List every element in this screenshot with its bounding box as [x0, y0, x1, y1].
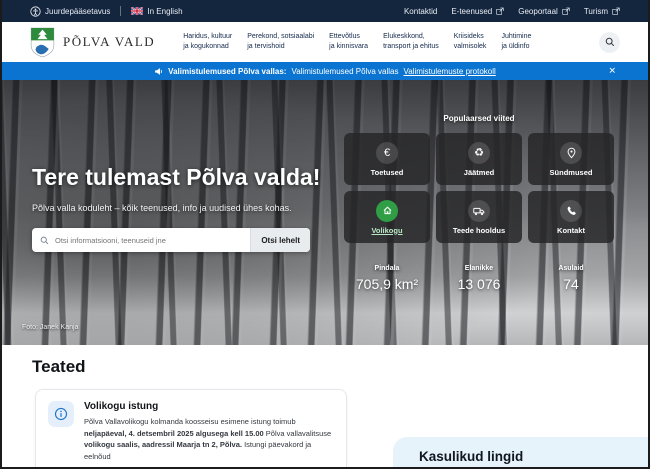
language-link[interactable]: In English — [131, 7, 182, 16]
external-link-icon — [562, 7, 570, 15]
external-link-icon — [612, 7, 620, 15]
nav-haridus[interactable]: Haridus, kultuurja kogukonnad — [183, 32, 232, 53]
hero-subtitle: Põlva valla koduleht – kõik teenused, in… — [32, 203, 292, 213]
phone-icon — [560, 200, 582, 222]
truck-icon — [468, 200, 490, 222]
hero-search-bar: Otsi lehelt — [32, 228, 310, 252]
logo-text: PÕLVA VALD — [63, 34, 155, 50]
announcement-bar: Valimistulemused Põlva vallas: Valimistu… — [2, 62, 648, 80]
news-card[interactable]: Volikogu istung Põlva Vallavolikogu kolm… — [35, 389, 347, 469]
tile-jaatmed[interactable]: ♻ Jäätmed — [436, 133, 522, 185]
hero-title: Tere tulemast Põlva valda! — [32, 164, 320, 191]
header-search-button[interactable] — [599, 32, 620, 53]
megaphone-icon — [154, 67, 163, 76]
useful-links-panel: Kasulikud lingid — [393, 437, 648, 469]
announcement-link[interactable]: Valimistulemuste protokoll — [403, 67, 495, 76]
recycle-icon: ♻ — [468, 142, 490, 164]
stat-asulaid: Asulaid 74 — [528, 265, 614, 292]
search-icon — [605, 37, 615, 47]
logo[interactable]: PÕLVA VALD — [30, 27, 155, 58]
announcement-text: Valimistulemused Põlva vallas — [291, 67, 398, 76]
nav-elukeskkond[interactable]: Elukeskkond,transport ja ehitus — [383, 32, 439, 53]
external-link-icon — [496, 7, 504, 15]
search-site-button[interactable]: Otsi lehelt — [250, 228, 310, 252]
tile-toetused[interactable]: € Toetused — [344, 133, 430, 185]
announcement-bold: Valimistulemused Põlva vallas: — [168, 67, 286, 76]
topbar-link-eteenused[interactable]: E-teenused — [451, 7, 504, 16]
tile-grid: € Toetused ♻ Jäätmed Sündmused — [344, 133, 614, 243]
main-nav: Haridus, kultuurja kogukonnad Perekond, … — [183, 32, 589, 53]
tile-teede-hooldus[interactable]: Teede hooldus — [436, 191, 522, 243]
coat-of-arms-icon — [30, 27, 55, 58]
stat-elanikke: Elanikke 13 076 — [436, 265, 522, 292]
topbar-link-geoportaal[interactable]: Geoportaal — [518, 7, 570, 16]
euro-icon: € — [376, 142, 398, 164]
topbar-divider — [120, 6, 121, 16]
accessibility-icon — [30, 6, 41, 17]
accessibility-link[interactable]: Juurdepääsetavus — [30, 6, 110, 17]
location-pin-icon — [560, 142, 582, 164]
topbar-link-turism[interactable]: Turism — [584, 7, 620, 16]
tile-sundmused[interactable]: Sündmused — [528, 133, 614, 185]
header: PÕLVA VALD Haridus, kultuurja kogukonnad… — [2, 22, 648, 62]
accessibility-label: Juurdepääsetavus — [45, 7, 110, 16]
tile-kontakt[interactable]: Kontakt — [528, 191, 614, 243]
stats-row: Pindala 705,9 km² Elanikke 13 076 Asulai… — [344, 265, 614, 292]
popular-links-label: Populaarsed viited — [344, 114, 614, 123]
hero-search-input[interactable] — [49, 236, 250, 245]
nav-perekond[interactable]: Perekond, sotsiaalabija tervishoid — [247, 32, 314, 53]
topbar: Juurdepääsetavus In English Kontaktid E-… — [2, 0, 648, 22]
stat-pindala: Pindala 705,9 km² — [344, 265, 430, 292]
content-section: Teated Volikogu istung Põlva Vallavoliko… — [2, 345, 648, 469]
tile-volikogu[interactable]: Volikogu — [344, 191, 430, 243]
search-icon — [40, 236, 49, 245]
close-icon[interactable]: ✕ — [608, 67, 616, 76]
hero: Tere tulemast Põlva valda! Põlva valla k… — [2, 80, 648, 345]
language-label: In English — [147, 7, 182, 16]
news-body: Põlva Vallavolikogu kolmanda koosseisu e… — [84, 416, 334, 463]
teated-heading: Teated — [32, 357, 86, 377]
page: Juurdepääsetavus In English Kontaktid E-… — [0, 0, 650, 469]
info-icon — [48, 401, 74, 427]
popular-links-panel: Populaarsed viited € Toetused ♻ Jäätmed — [344, 114, 614, 292]
topbar-link-kontaktid[interactable]: Kontaktid — [404, 7, 437, 16]
nav-kriisideks[interactable]: Kriisideksvalmisolek — [454, 32, 487, 53]
useful-links-heading: Kasulikud lingid — [419, 449, 648, 464]
photo-credit: Foto: Janek Kanja — [22, 324, 78, 331]
uk-flag-icon — [131, 7, 143, 15]
nav-ettevotlus[interactable]: Ettevõtlusja kinnisvara — [329, 32, 368, 53]
home-icon — [376, 200, 398, 222]
news-title: Volikogu istung — [84, 401, 334, 412]
nav-juhtimine[interactable]: Juhtimineja üldinfo — [501, 32, 531, 53]
